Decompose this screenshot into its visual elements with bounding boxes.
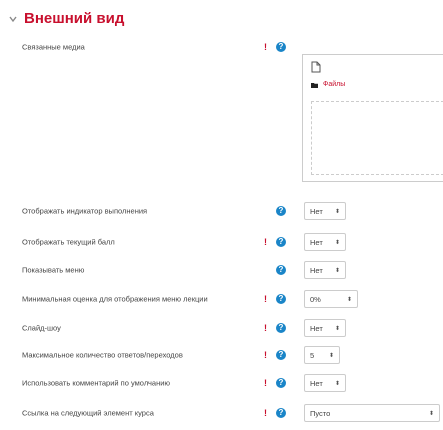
help-icon[interactable]: ?	[276, 265, 286, 275]
select-value: 5	[310, 350, 315, 360]
select-caret-icon: ⬍	[334, 208, 340, 215]
field-displaymenu: Показывать меню ? Нет ⬍	[0, 257, 443, 283]
help-icon[interactable]: ?	[276, 323, 286, 333]
help-icon[interactable]: ?	[276, 408, 286, 418]
chevron-down-icon	[9, 16, 17, 23]
field-label: Максимальное количество ответов/переходо…	[22, 350, 183, 360]
mingrade-select[interactable]: 0% ⬍	[304, 290, 358, 308]
field-label: Связанные медиа	[22, 42, 85, 52]
field-ongoing: Отображать текущий балл ! ? Нет ⬍	[0, 229, 443, 255]
select-value: Нет	[310, 206, 323, 216]
select-caret-icon: ⬍	[334, 267, 340, 274]
required-icon: !	[264, 408, 267, 418]
select-value: 0%	[310, 294, 321, 304]
field-slideshow: Слайд-шоу ! ? Нет ⬍	[0, 315, 443, 341]
field-activitylink: Ссылка на следующий элемент курса ! ? Пу…	[0, 400, 443, 426]
required-icon: !	[264, 323, 267, 333]
displaymenu-select[interactable]: Нет ⬍	[304, 261, 346, 279]
ongoing-select[interactable]: Нет ⬍	[304, 233, 346, 251]
select-caret-icon: ⬍	[328, 352, 334, 359]
help-icon[interactable]: ?	[276, 206, 286, 216]
section-title: Внешний вид	[24, 10, 125, 27]
required-icon: !	[264, 237, 267, 247]
field-progressbar: Отображать индикатор выполнения ? Нет ⬍	[0, 198, 443, 224]
folder-icon	[311, 82, 318, 88]
required-icon: !	[264, 350, 267, 360]
select-value: Нет	[310, 237, 323, 247]
select-value: Нет	[310, 323, 323, 333]
field-label: Показывать меню	[22, 265, 85, 275]
filemanager[interactable]: Файлы	[302, 54, 443, 182]
section-header-appearance[interactable]: Внешний вид	[8, 10, 124, 27]
help-icon[interactable]: ?	[276, 350, 286, 360]
slideshow-select[interactable]: Нет ⬍	[304, 319, 346, 337]
select-caret-icon: ⬍	[346, 296, 352, 303]
maxanswers-select[interactable]: 5 ⬍	[304, 346, 340, 364]
feedback-select[interactable]: Нет ⬍	[304, 374, 346, 392]
select-value: Пусто	[310, 408, 331, 418]
field-label: Отображать текущий балл	[22, 237, 115, 247]
field-label: Минимальная оценка для отображения меню …	[22, 294, 208, 304]
help-icon[interactable]: ?	[276, 42, 286, 52]
filemanager-path-label: Файлы	[323, 81, 346, 88]
select-caret-icon: ⬍	[334, 239, 340, 246]
select-caret-icon: ⬍	[334, 325, 340, 332]
help-icon[interactable]: ?	[276, 237, 286, 247]
select-caret-icon: ⬍	[428, 410, 434, 417]
required-icon: !	[264, 294, 267, 304]
filemanager-path[interactable]: Файлы	[311, 81, 345, 88]
select-caret-icon: ⬍	[334, 380, 340, 387]
field-label: Ссылка на следующий элемент курса	[22, 408, 154, 418]
field-maxanswers: Максимальное количество ответов/переходо…	[0, 342, 443, 368]
field-label: Использовать комментарий по умолчанию	[22, 378, 171, 388]
required-icon: !	[264, 378, 267, 388]
help-icon[interactable]: ?	[276, 378, 286, 388]
new-file-icon[interactable]	[311, 61, 321, 73]
activitylink-select[interactable]: Пусто ⬍	[304, 404, 440, 422]
field-feedback: Использовать комментарий по умолчанию ! …	[0, 370, 443, 396]
select-value: Нет	[310, 265, 323, 275]
required-icon: !	[264, 42, 267, 52]
field-label: Отображать индикатор выполнения	[22, 206, 148, 216]
help-icon[interactable]: ?	[276, 294, 286, 304]
progressbar-select[interactable]: Нет ⬍	[304, 202, 346, 220]
filemanager-dropzone[interactable]	[311, 101, 443, 175]
field-label: Слайд-шоу	[22, 323, 61, 333]
select-value: Нет	[310, 378, 323, 388]
field-mingrade: Минимальная оценка для отображения меню …	[0, 286, 443, 312]
